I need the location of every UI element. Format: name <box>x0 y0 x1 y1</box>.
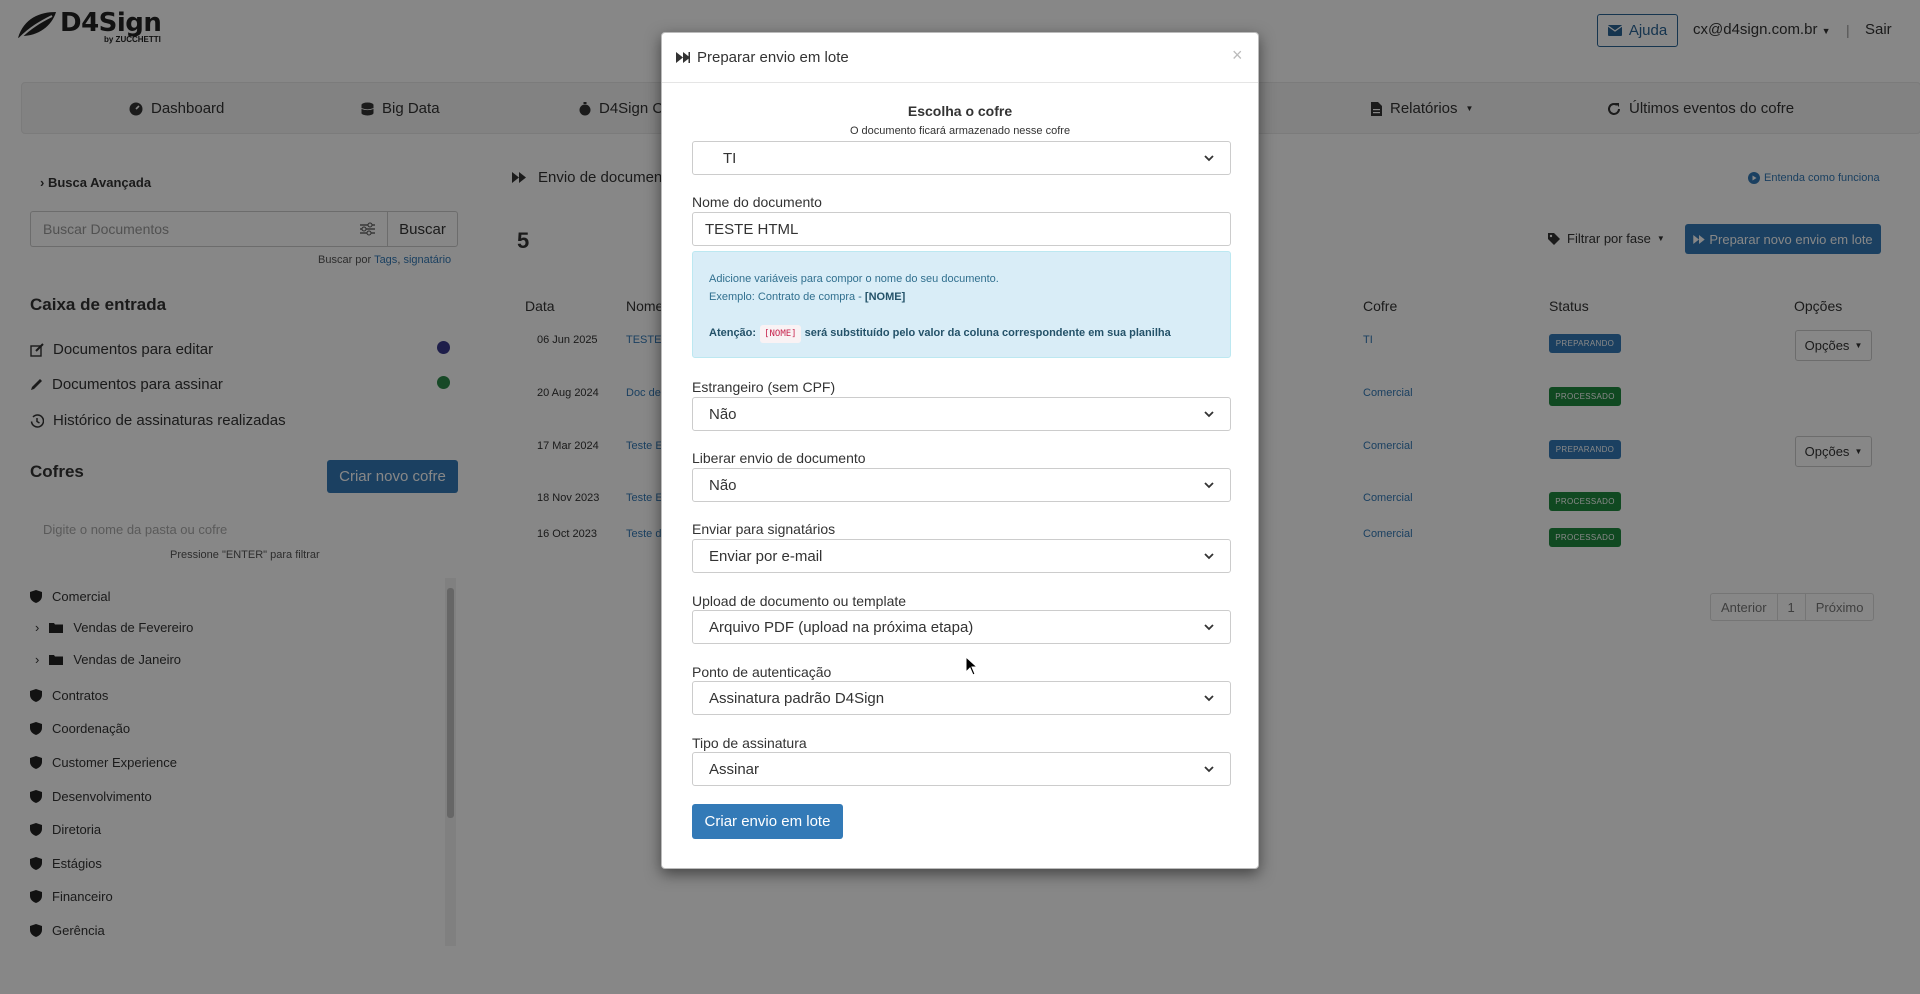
info-example-text: Exemplo: Contrato de compra - <box>709 291 862 303</box>
send-label: Enviar para signatários <box>692 521 836 537</box>
doc-name-input[interactable]: TESTE HTML <box>692 212 1231 246</box>
sigtype-select-value: Assinar <box>709 760 760 778</box>
chevron-down-icon <box>1204 695 1214 702</box>
send-select[interactable]: Enviar por e-mail <box>692 539 1231 573</box>
info-attention-text: será substituído pelo valor da coluna co… <box>804 327 1171 339</box>
auth-select[interactable]: Assinatura padrão D4Sign <box>692 681 1231 715</box>
info-attention-label: Atenção: <box>709 327 757 339</box>
info-line-2: Exemplo: Contrato de compra - [NOME] <box>709 288 1214 306</box>
auth-label: Ponto de autenticação <box>692 664 832 680</box>
upload-select-value: Arquivo PDF (upload na próxima etapa) <box>709 618 974 636</box>
chevron-down-icon <box>1204 411 1214 418</box>
upload-select[interactable]: Arquivo PDF (upload na próxima etapa) <box>692 610 1231 644</box>
auth-select-value: Assinatura padrão D4Sign <box>709 689 885 707</box>
chevron-down-icon <box>1204 155 1214 162</box>
modal-title-text: Preparar envio em lote <box>697 49 849 66</box>
batch-modal: Preparar envio em lote × Escolha o cofre… <box>661 32 1259 869</box>
info-attention: Atenção: [NOME] será substituído pelo valo… <box>709 324 1214 343</box>
chevron-down-icon <box>1204 553 1214 560</box>
modal-title: Preparar envio em lote <box>676 49 849 66</box>
mouse-cursor-icon <box>965 656 979 676</box>
info-example-var: [NOME] <box>864 291 906 303</box>
release-select[interactable]: Não <box>692 468 1231 502</box>
release-select-value: Não <box>709 476 737 494</box>
doc-name-info-alert: Adicione variáveis para compor o nome do… <box>692 251 1231 358</box>
create-batch-button[interactable]: Criar envio em lote <box>692 804 843 839</box>
chevron-down-icon <box>1204 624 1214 631</box>
info-line-1: Adicione variáveis para compor o nome do… <box>709 273 999 285</box>
vault-subtitle: O documento ficará armazenado nesse cofr… <box>849 125 1071 137</box>
foreign-select-value: Não <box>709 405 737 423</box>
sigtype-label: Tipo de assinatura <box>692 735 807 751</box>
upload-label: Upload de documento ou template <box>692 593 907 609</box>
doc-name-value: TESTE HTML <box>705 220 799 238</box>
vault-select-value: TI <box>723 149 737 167</box>
send-select-value: Enviar por e-mail <box>709 547 823 565</box>
info-code-tag: [NOME] <box>760 325 801 343</box>
doc-name-label: Nome do documento <box>692 194 822 210</box>
foreign-label: Estrangeiro (sem CPF) <box>692 379 836 395</box>
vault-heading: Escolha o cofre <box>907 103 1013 119</box>
close-icon[interactable]: × <box>1232 45 1243 66</box>
sigtype-select[interactable]: Assinar <box>692 752 1231 786</box>
fast-forward-icon <box>676 52 690 63</box>
release-label: Liberar envio de documento <box>692 450 866 466</box>
foreign-select[interactable]: Não <box>692 397 1231 431</box>
chevron-down-icon <box>1204 482 1214 489</box>
vault-select[interactable]: TI <box>692 141 1231 175</box>
modal-header: Preparar envio em lote × <box>662 33 1258 83</box>
chevron-down-icon <box>1204 766 1214 773</box>
